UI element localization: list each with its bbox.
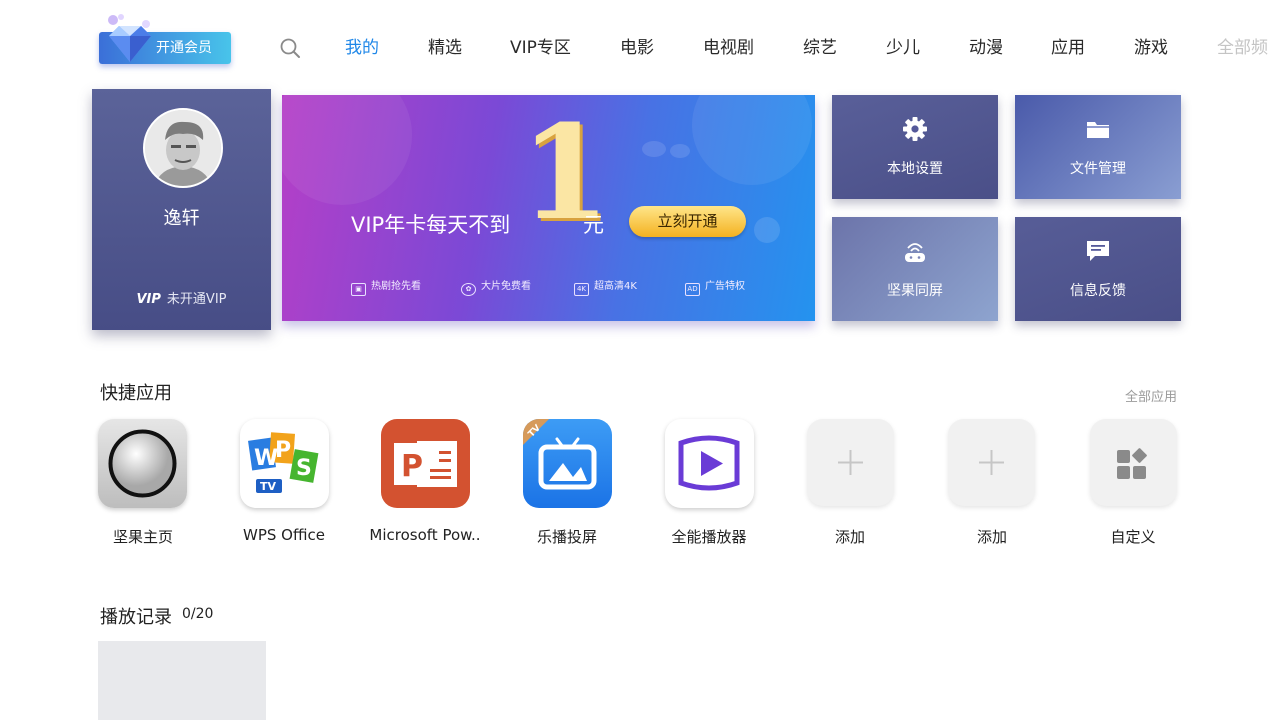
- tab-games[interactable]: 游戏: [1134, 36, 1168, 60]
- username: 逸轩: [163, 208, 200, 229]
- vip-status-label: 未开通VIP: [166, 292, 227, 307]
- jianguo-home-icon: [108, 429, 177, 498]
- app-microsoft-powerpoint[interactable]: P: [381, 419, 470, 508]
- film-reel-icon: ✿: [461, 283, 476, 296]
- gear-icon: [903, 117, 927, 141]
- search-icon[interactable]: [279, 37, 301, 59]
- app-label-microsoft-powerpoint: Microsoft Pow..: [369, 526, 481, 544]
- tab-featured[interactable]: 精选: [428, 36, 462, 60]
- play-history-title: 播放记录: [100, 607, 172, 628]
- customize-apps-button[interactable]: [1090, 419, 1177, 506]
- hot-series-icon: ▣: [351, 283, 366, 296]
- feedback-tile[interactable]: 信息反馈: [1015, 217, 1181, 321]
- vip-promo-banner[interactable]: VIP年卡每天不到 1 元 立刻开通 ▣ 热剧抢先看 ✿ 大片免费看 4K 超高清4K…: [282, 95, 815, 321]
- tab-kids[interactable]: 少儿: [886, 36, 920, 60]
- play-history-count: 0/20: [182, 606, 214, 622]
- tab-anime[interactable]: 动漫: [969, 36, 1003, 60]
- tab-variety[interactable]: 综艺: [803, 36, 837, 60]
- vip-status: VIP 未开通VIP: [92, 288, 271, 307]
- tab-apps[interactable]: 应用: [1051, 36, 1085, 60]
- feedback-label: 信息反馈: [1070, 283, 1126, 299]
- tab-all-channels[interactable]: 全部频: [1217, 36, 1273, 60]
- powerpoint-icon: P: [394, 441, 457, 487]
- add-app-button-2[interactable]: [948, 419, 1035, 506]
- file-manager-tile[interactable]: 文件管理: [1015, 95, 1181, 199]
- app-label-wps-office: WPS Office: [243, 526, 325, 544]
- universal-player-icon: [678, 435, 740, 491]
- svg-text:TV: TV: [260, 480, 277, 493]
- app-wps-office[interactable]: W P S TV: [240, 419, 329, 508]
- banner-price-unit: 元: [583, 213, 604, 237]
- screen-mirror-label: 坚果同屏: [887, 283, 943, 299]
- svg-text:P: P: [401, 449, 423, 484]
- cast-icon: [905, 243, 925, 262]
- file-manager-label: 文件管理: [1070, 161, 1126, 177]
- tab-mine[interactable]: 我的: [345, 36, 379, 60]
- app-label-add-1: 添加: [834, 528, 865, 546]
- app-label-jianguo-home: 坚果主页: [112, 528, 173, 546]
- feature-ad-free: AD 广告特权: [685, 277, 745, 296]
- ad-icon: AD: [685, 283, 700, 296]
- app-label-universal-player: 全能播放器: [671, 528, 747, 546]
- tab-movies[interactable]: 电影: [620, 36, 654, 60]
- local-settings-tile[interactable]: 本地设置: [832, 95, 998, 199]
- banner-headline: VIP年卡每天不到: [351, 213, 511, 237]
- play-history-placeholder[interactable]: [98, 641, 266, 720]
- all-apps-link[interactable]: 全部应用: [1125, 386, 1177, 405]
- app-label-add-2: 添加: [976, 528, 1007, 546]
- wps-office-icon: W P S TV: [248, 432, 319, 493]
- grid-customize-icon: [1117, 448, 1147, 479]
- lebo-cast-icon: TV: [523, 419, 597, 490]
- message-icon: [1087, 241, 1109, 261]
- add-app-button-1[interactable]: [807, 419, 894, 506]
- diamond-icon: [108, 14, 151, 62]
- quick-apps-title: 快捷应用: [100, 383, 172, 404]
- avatar: [143, 108, 223, 188]
- app-label-lebo-cast: 乐播投屏: [536, 528, 597, 546]
- feature-free-movies: ✿ 大片免费看: [461, 277, 531, 296]
- app-lebo-cast[interactable]: TV: [523, 419, 612, 508]
- local-settings-label: 本地设置: [887, 161, 943, 177]
- avatar-illustration-icon: [145, 110, 221, 186]
- app-universal-player[interactable]: [665, 419, 754, 508]
- app-jianguo-home[interactable]: [98, 419, 187, 508]
- folder-icon: [1087, 122, 1109, 138]
- feature-4k: 4K 超高清4K: [574, 277, 637, 296]
- open-vip-label: 开通会员: [156, 40, 212, 56]
- app-label-customize: 自定义: [1110, 528, 1156, 546]
- open-vip-button[interactable]: 开通会员: [99, 14, 231, 64]
- plus-icon: [979, 450, 1004, 475]
- svg-text:P: P: [275, 438, 291, 463]
- feature-hot-series: ▣ 热剧抢先看: [351, 277, 421, 296]
- plus-icon: [838, 450, 863, 475]
- svg-text:S: S: [296, 456, 312, 481]
- subscribe-now-button[interactable]: 立刻开通: [629, 206, 746, 237]
- tab-vip-zone[interactable]: VIP专区: [510, 36, 571, 60]
- screen-mirror-tile[interactable]: 坚果同屏: [832, 217, 998, 321]
- tab-tv-series[interactable]: 电视剧: [703, 36, 754, 60]
- vip-logo-icon: VIP: [136, 292, 161, 307]
- profile-card[interactable]: 逸轩 VIP 未开通VIP: [92, 89, 271, 330]
- 4k-icon: 4K: [574, 283, 589, 296]
